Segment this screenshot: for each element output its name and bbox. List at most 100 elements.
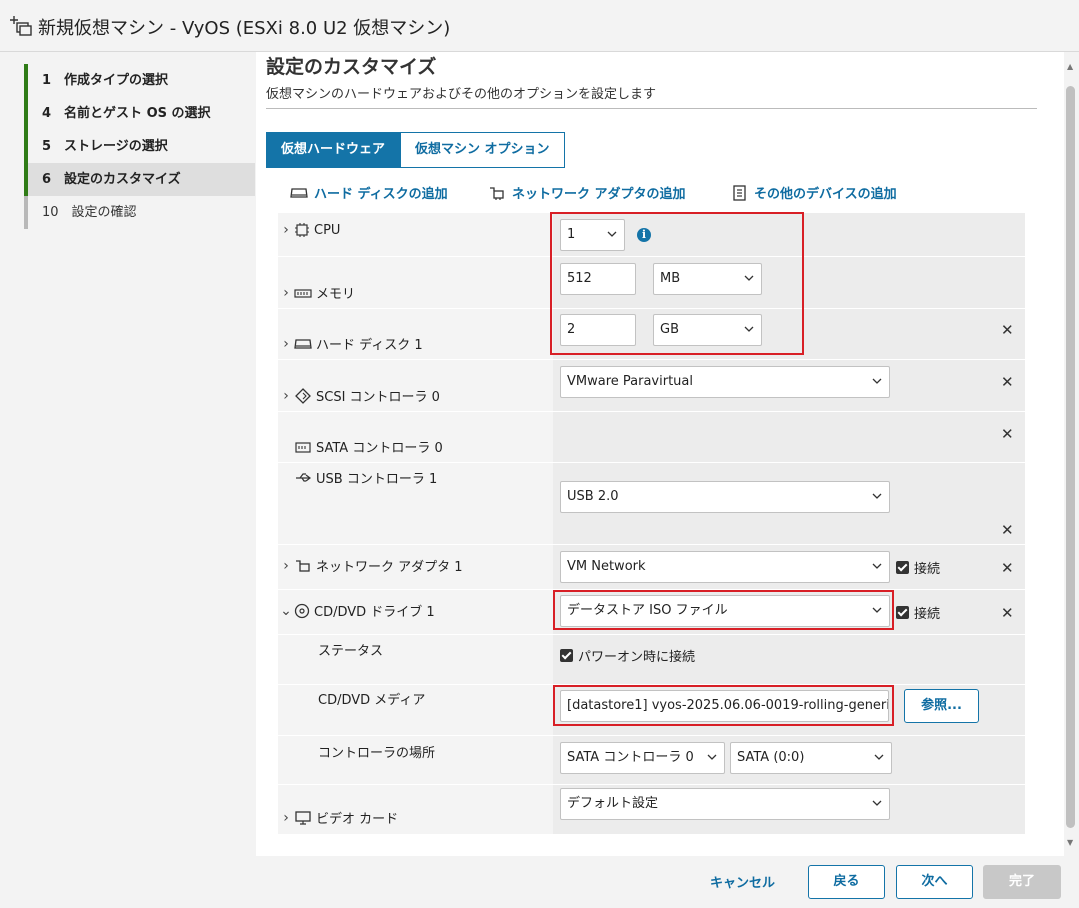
back-button[interactable]: 戻る	[808, 865, 885, 899]
chevron-right-icon[interactable]: ›	[280, 558, 292, 574]
hard-disk-label: ハード ディスク 1	[316, 338, 423, 353]
step-5[interactable]: 5 ストレージの選択	[24, 130, 255, 163]
browse-button[interactable]: 参照...	[904, 689, 979, 723]
step-6-label: 6 設定のカスタマイズ	[42, 172, 181, 187]
chevron-down-icon	[872, 563, 882, 569]
step-1-label: 1 作成タイプの選択	[42, 73, 169, 88]
chevron-down-icon[interactable]: ⌄	[280, 603, 292, 619]
controller-select[interactable]: SATA コントローラ 0	[560, 742, 725, 774]
highlight-box	[550, 212, 804, 355]
network-select[interactable]: VM Network	[560, 551, 890, 583]
hard-disk-row[interactable]: › ハード ディスク 1	[280, 334, 423, 354]
new-vm-icon	[10, 16, 32, 36]
memory-row[interactable]: › メモリ	[280, 283, 356, 303]
scsi-controller-icon	[295, 387, 311, 404]
remove-sata-close-icon[interactable]: ✕	[1001, 425, 1014, 443]
highlight-box	[553, 590, 894, 630]
checkbox-checked-icon	[896, 606, 909, 619]
checkbox-checked-icon	[560, 649, 573, 662]
chevron-down-icon	[872, 378, 882, 384]
scroll-up-icon[interactable]: ▲	[1067, 62, 1073, 71]
finish-button[interactable]: 完了	[983, 865, 1061, 899]
row-separator	[278, 735, 1025, 736]
remove-usb-close-icon[interactable]: ✕	[1001, 521, 1014, 539]
sata-label: SATA コントローラ 0	[316, 441, 443, 456]
cpu-label: CPU	[314, 222, 341, 238]
cdrom-label: CD/DVD ドライブ 1	[314, 605, 435, 620]
network-connect-label: 接続	[914, 562, 941, 577]
video-card-row[interactable]: › ビデオ カード	[280, 808, 398, 828]
cancel-button[interactable]: キャンセル	[710, 872, 775, 891]
cdrom-row[interactable]: ⌄ CD/DVD ドライブ 1	[280, 601, 435, 621]
step-4-label: 4 名前とゲスト OS の選択	[42, 106, 211, 121]
network-adapter-label: ネットワーク アダプタ 1	[316, 560, 463, 575]
chevron-down-icon	[874, 754, 884, 760]
remove-scsi-close-icon[interactable]: ✕	[1001, 373, 1014, 391]
next-button[interactable]: 次へ	[896, 865, 973, 899]
scrollbar-thumb[interactable]	[1066, 86, 1075, 828]
main-content: 設定のカスタマイズ 仮想マシンのハードウェアおよびその他のオプションを設定します…	[256, 52, 1064, 856]
window-title: 新規仮想マシン - VyOS (ESXi 8.0 U2 仮想マシン)	[38, 18, 451, 39]
add-hard-disk-button[interactable]: ハード ディスクの追加	[290, 183, 448, 202]
step-10[interactable]: 10 設定の確認	[24, 196, 255, 229]
remove-network-close-icon[interactable]: ✕	[1001, 559, 1014, 577]
step-1[interactable]: 1 作成タイプの選択	[24, 64, 255, 97]
cdrom-connect-checkbox[interactable]: 接続	[896, 603, 940, 622]
network-adapter-icon	[296, 559, 310, 572]
add-network-adapter-button[interactable]: ネットワーク アダプタの追加	[488, 183, 686, 202]
tab-vm-options[interactable]: 仮想マシン オプション	[400, 132, 565, 168]
remove-disk-close-icon[interactable]: ✕	[1001, 321, 1014, 339]
add-other-device-label: その他のデバイスの追加	[754, 187, 897, 202]
memory-label: メモリ	[316, 287, 356, 302]
remove-cdrom-close-icon[interactable]: ✕	[1001, 604, 1014, 622]
window-titlebar: 新規仮想マシン - VyOS (ESXi 8.0 U2 仮想マシン)	[0, 0, 1079, 52]
chevron-right-icon[interactable]: ›	[280, 388, 292, 404]
page-subtitle: 仮想マシンのハードウェアおよびその他のオプションを設定します	[266, 87, 657, 102]
add-other-device-button[interactable]: その他のデバイスの追加	[732, 183, 897, 202]
scsi-label: SCSI コントローラ 0	[316, 390, 440, 405]
dialog-footer: キャンセル 戻る 次へ 完了	[0, 856, 1079, 908]
highlight-box	[553, 685, 894, 726]
video-card-select[interactable]: デフォルト設定	[560, 788, 890, 820]
step-6[interactable]: 6 設定のカスタマイズ	[24, 163, 255, 196]
hardware-list-labels	[278, 213, 553, 834]
chevron-down-icon	[872, 800, 882, 806]
sata-controller-icon	[295, 441, 311, 453]
chevron-right-icon[interactable]: ›	[280, 285, 292, 301]
video-card-value: デフォルト設定	[567, 796, 659, 811]
checkbox-checked-icon	[896, 561, 909, 574]
step-5-label: 5 ストレージの選択	[42, 139, 168, 154]
other-device-icon	[733, 184, 746, 201]
scsi-type-select[interactable]: VMware Paravirtual	[560, 366, 890, 398]
controller-slot-select[interactable]: SATA (0:0)	[730, 742, 892, 774]
network-connect-checkbox[interactable]: 接続	[896, 558, 940, 577]
power-on-connect-label: パワーオン時に接続	[578, 650, 696, 665]
chevron-right-icon[interactable]: ›	[280, 222, 292, 238]
usb-type-select[interactable]: USB 2.0	[560, 481, 890, 513]
add-hard-disk-label: ハード ディスクの追加	[314, 187, 448, 202]
scroll-down-icon[interactable]: ▼	[1067, 838, 1073, 847]
step-4[interactable]: 4 名前とゲスト OS の選択	[24, 97, 255, 130]
controller-value: SATA コントローラ 0	[567, 750, 694, 765]
vertical-scrollbar[interactable]: ▲ ▼	[1064, 52, 1079, 856]
chevron-right-icon[interactable]: ›	[280, 336, 292, 352]
row-separator	[278, 462, 1025, 463]
chevron-down-icon	[707, 754, 717, 760]
scsi-row[interactable]: › SCSI コントローラ 0	[280, 386, 440, 406]
chevron-right-icon[interactable]: ›	[280, 810, 292, 826]
power-on-connect-checkbox[interactable]: パワーオン時に接続	[560, 646, 695, 665]
network-adapter-icon	[490, 186, 504, 200]
cpu-row[interactable]: › CPU	[280, 222, 340, 238]
tab-bar: 仮想ハードウェア 仮想マシン オプション	[266, 132, 565, 168]
cdrom-connect-label: 接続	[914, 607, 941, 622]
controller-location-label: コントローラの場所	[318, 746, 436, 761]
network-adapter-row[interactable]: › ネットワーク アダプタ 1	[280, 556, 463, 576]
tab-virtual-hardware[interactable]: 仮想ハードウェア	[266, 132, 401, 168]
usb-label: USB コントローラ 1	[316, 472, 438, 487]
chevron-down-icon	[872, 493, 882, 499]
step-10-label: 10 設定の確認	[42, 205, 137, 220]
usb-row: USB コントローラ 1	[294, 468, 437, 487]
row-separator	[278, 544, 1025, 545]
hard-disk-icon	[294, 338, 312, 349]
row-separator	[278, 634, 1025, 635]
